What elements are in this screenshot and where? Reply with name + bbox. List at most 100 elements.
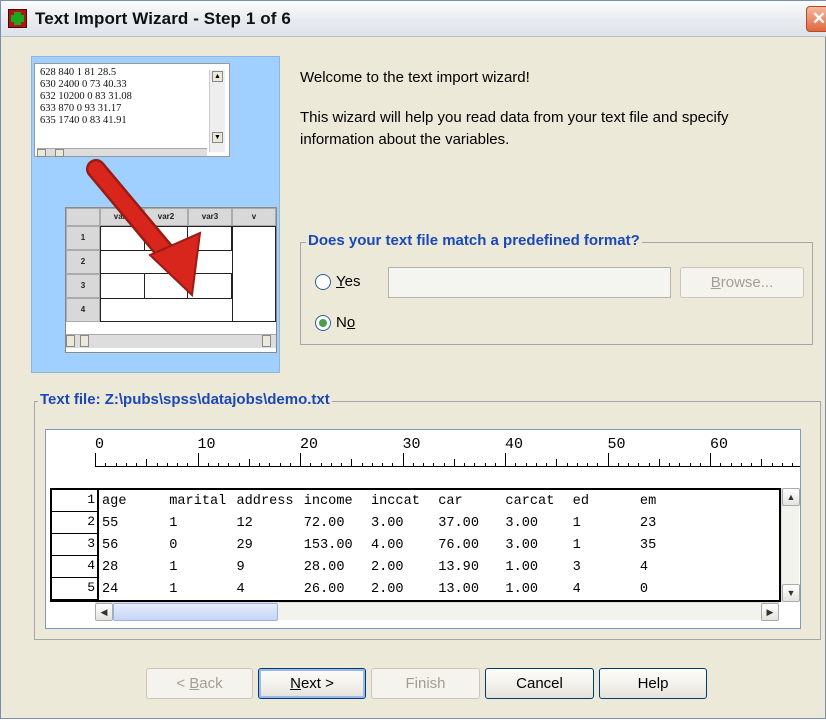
data-cell: 56 bbox=[102, 538, 119, 553]
welcome-text: Welcome to the text import wizard! bbox=[300, 69, 530, 86]
cancel-button[interactable]: Cancel bbox=[485, 668, 594, 699]
title-bar[interactable]: Text Import Wizard - Step 1 of 6 ✕ bbox=[1, 1, 826, 37]
ruler-tick bbox=[710, 453, 711, 467]
data-cell: 55 bbox=[102, 516, 119, 531]
scroll-down-arrow-icon[interactable]: ▼ bbox=[782, 584, 800, 602]
row-number-divider bbox=[52, 599, 99, 600]
text-file-preview: 0 10 20 30 40 50 60 1 2 3 4 5 age marital address inco… bbox=[45, 429, 801, 629]
data-preview-grid: 1 2 3 4 5 age marital address income inccat car car… bbox=[50, 488, 781, 602]
ruler-tick bbox=[300, 453, 301, 467]
format-file-input[interactable] bbox=[388, 267, 671, 298]
data-cell: 0 bbox=[169, 538, 178, 553]
back-label-rest: ack bbox=[199, 675, 223, 692]
scroll-left-arrow-icon[interactable]: ◀ bbox=[95, 603, 113, 621]
no-radio-label[interactable]: No bbox=[336, 314, 355, 331]
no-mnemonic: o bbox=[346, 314, 356, 331]
row-number: 1 bbox=[87, 492, 95, 507]
data-cell: 4 bbox=[572, 582, 581, 597]
data-cell: em bbox=[639, 494, 657, 509]
scroll-up-arrow-icon[interactable]: ▲ bbox=[782, 488, 800, 506]
ruler-number: 30 bbox=[402, 436, 421, 453]
ruler-number: 10 bbox=[197, 436, 216, 453]
ruler-tick bbox=[505, 453, 506, 467]
data-cell: 4.00 bbox=[370, 538, 404, 553]
ruler-tick bbox=[402, 453, 404, 467]
app-icon bbox=[8, 9, 27, 28]
red-arrow-icon bbox=[86, 159, 202, 298]
data-cell: carcat bbox=[505, 494, 555, 509]
row-number-divider bbox=[52, 555, 99, 556]
back-button[interactable]: < Back bbox=[146, 668, 253, 699]
preview-vertical-scrollbar[interactable]: ▲ ▼ bbox=[781, 488, 800, 602]
data-cell: income bbox=[303, 494, 353, 509]
ruler-baseline bbox=[95, 466, 800, 467]
data-cell: marital bbox=[169, 494, 227, 509]
row-number: 4 bbox=[87, 558, 95, 573]
ruler-tick bbox=[197, 453, 199, 467]
predefined-format-title: Does your text file match a predefined f… bbox=[306, 232, 642, 249]
back-mnemonic: B bbox=[189, 675, 200, 692]
browse-mnemonic: B bbox=[710, 274, 721, 291]
data-cell: 28 bbox=[102, 560, 119, 575]
column-ruler: 0 10 20 30 40 50 60 bbox=[46, 430, 800, 468]
preview-horizontal-scrollbar[interactable]: ◀ ▶ bbox=[95, 602, 779, 621]
data-cell: 29 bbox=[236, 538, 253, 553]
wizard-button-bar: < Back Next > Finish Cancel Help bbox=[1, 651, 826, 720]
data-cell: 4 bbox=[639, 560, 649, 575]
ruler-number: 0 bbox=[95, 436, 105, 453]
data-cell: address bbox=[236, 494, 294, 509]
data-cell: age bbox=[102, 494, 127, 509]
data-cell: 0 bbox=[639, 582, 649, 597]
data-cell: 28.00 bbox=[303, 560, 345, 575]
data-cell: ed bbox=[572, 494, 589, 509]
intro-description: This wizard will help you read data from… bbox=[300, 109, 729, 148]
data-cell: 153.00 bbox=[303, 538, 353, 553]
data-cell: car bbox=[438, 494, 463, 509]
no-label-prefix: N bbox=[336, 314, 347, 331]
text-file-title: Text file: Z:\pubs\spss\datajobs\demo.tx… bbox=[38, 391, 332, 408]
row-number-divider bbox=[52, 511, 99, 512]
data-cell: 26.00 bbox=[303, 582, 345, 597]
back-label-prefix: < bbox=[176, 675, 190, 692]
next-mnemonic: N bbox=[290, 675, 301, 692]
help-button[interactable]: Help bbox=[599, 668, 707, 699]
browse-button[interactable]: Browse... bbox=[680, 267, 804, 298]
data-cell: 72.00 bbox=[303, 516, 345, 531]
ruler-tick bbox=[607, 453, 609, 467]
data-cell: 13.00 bbox=[438, 582, 479, 597]
wizard-illustration: 628 840 1 81 28.5 630 2400 0 73 40.33 63… bbox=[31, 56, 280, 373]
ruler-number: 50 bbox=[607, 436, 626, 453]
plus-icon-horizontal bbox=[11, 15, 24, 22]
data-cell: 4 bbox=[236, 582, 245, 597]
data-cell: 76.00 bbox=[438, 538, 479, 553]
data-cell: 12 bbox=[236, 516, 253, 531]
row-number: 2 bbox=[87, 514, 95, 529]
yes-label-rest: es bbox=[344, 273, 361, 290]
data-cell: 9 bbox=[236, 560, 245, 575]
yes-radio-label[interactable]: Yes bbox=[336, 273, 360, 290]
data-cell: 1.00 bbox=[505, 582, 539, 597]
data-cell: 1 bbox=[169, 582, 178, 597]
data-cell: 23 bbox=[639, 516, 657, 531]
no-radio-selected-dot bbox=[319, 319, 327, 327]
yes-radio[interactable] bbox=[315, 274, 331, 290]
data-cell: 2.00 bbox=[370, 582, 404, 597]
data-cell: 3.00 bbox=[505, 538, 539, 553]
next-button[interactable]: Next > bbox=[258, 668, 366, 699]
wizard-window: Text Import Wizard - Step 1 of 6 ✕ 628 8… bbox=[0, 0, 826, 719]
next-label-rest: ext > bbox=[300, 675, 334, 692]
close-button[interactable]: ✕ bbox=[806, 6, 826, 32]
data-cell: 2.00 bbox=[370, 560, 404, 575]
horizontal-scroll-thumb[interactable] bbox=[113, 603, 278, 621]
no-radio[interactable] bbox=[315, 315, 331, 331]
ruler-number: 40 bbox=[505, 436, 524, 453]
finish-button[interactable]: Finish bbox=[371, 668, 480, 699]
data-cell: 1.00 bbox=[505, 560, 539, 575]
data-cell: 3 bbox=[572, 560, 581, 575]
row-number: 3 bbox=[87, 536, 95, 551]
data-cell: 3.00 bbox=[370, 516, 404, 531]
row-number-divider bbox=[52, 577, 99, 578]
scroll-right-arrow-icon[interactable]: ▶ bbox=[761, 603, 779, 621]
data-cell: 24 bbox=[102, 582, 119, 597]
row-number-divider bbox=[52, 533, 99, 534]
